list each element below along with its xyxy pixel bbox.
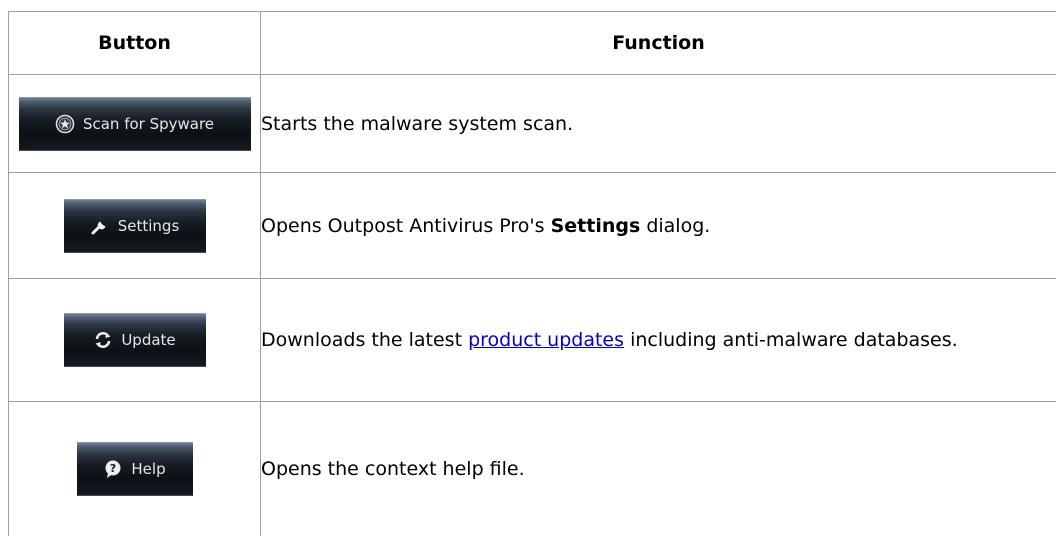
description-text: Opens the context help file.: [261, 458, 525, 480]
help-button-image: ? Help: [76, 442, 193, 496]
description-cell: Opens the context help file.: [260, 401, 1056, 536]
button-label: Settings: [117, 216, 180, 235]
description-text-end: dialog.: [640, 214, 711, 237]
header-function: Function: [260, 11, 1056, 75]
description-cell: Downloads the latest product updates inc…: [260, 278, 1056, 402]
description-text: Opens Outpost Antivirus Pro's: [261, 214, 551, 237]
table-row: Settings Opens Outpost Antivirus Pro's S…: [8, 172, 1056, 279]
button-cell: ? Help: [8, 401, 261, 536]
buttons-table: Button Function Scan for Spyware Starts …: [8, 11, 1056, 536]
help-icon: ?: [103, 459, 123, 479]
table-header-row: Button Function: [8, 11, 1056, 75]
button-label: Update: [121, 331, 176, 349]
description-text: Starts the malware system scan.: [261, 112, 574, 135]
settings-term: Settings: [550, 214, 641, 237]
description-text-end: including anti-malware databases.: [624, 329, 958, 351]
description-cell: Opens Outpost Antivirus Pro's Settings d…: [260, 172, 1056, 279]
help-page: Button Function Scan for Spyware Starts …: [0, 0, 1056, 536]
button-label: Scan for Spyware: [82, 114, 215, 133]
scan-for-spyware-button-image: Scan for Spyware: [18, 96, 251, 151]
table-row: ? Help Opens the context help file.: [8, 401, 1056, 536]
update-button-image: Update: [63, 313, 206, 367]
table-row: Update Downloads the latest product upda…: [8, 278, 1056, 402]
header-button: Button: [8, 11, 261, 75]
shield-star-icon: [55, 114, 75, 134]
refresh-icon: [93, 330, 113, 350]
description-cell: Starts the malware system scan.: [260, 74, 1056, 173]
wrench-icon: [90, 216, 110, 236]
button-label: Help: [131, 460, 166, 478]
button-cell: Scan for Spyware: [8, 74, 261, 173]
svg-text:?: ?: [110, 462, 116, 475]
product-updates-link[interactable]: product updates: [468, 329, 624, 351]
button-cell: Update: [8, 278, 261, 402]
button-cell: Settings: [8, 172, 261, 279]
description-text: Downloads the latest: [261, 329, 469, 351]
settings-button-image: Settings: [63, 198, 206, 253]
table-row: Scan for Spyware Starts the malware syst…: [8, 74, 1056, 173]
